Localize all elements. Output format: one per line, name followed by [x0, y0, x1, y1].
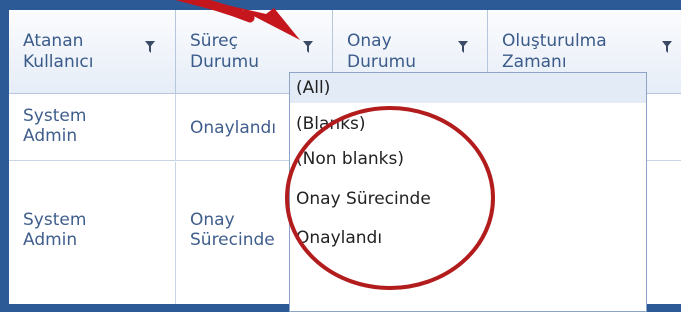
grid-top-border — [0, 0, 681, 10]
filter-option-blanks[interactable]: (Blanks) — [290, 109, 646, 139]
filter-option-all[interactable]: (All) — [290, 73, 646, 103]
column-header-label: Atanan Kullanıcı — [23, 31, 94, 72]
column-header-label: Onay Durumu — [347, 31, 416, 72]
filter-icon[interactable] — [661, 40, 673, 56]
column-header-label: Oluşturulma Zamanı — [502, 31, 607, 72]
filter-option-onaylandi[interactable]: Onaylandı — [290, 223, 646, 253]
filter-dropdown[interactable]: (All) (Blanks) (Non blanks) Onay Sürecin… — [289, 72, 647, 312]
filter-icon[interactable] — [457, 40, 469, 56]
column-header-label: Süreç Durumu — [190, 31, 259, 72]
filter-option-onay-surecinde[interactable]: Onay Sürecinde — [290, 184, 646, 214]
cell-assigned-user: System Admin — [9, 162, 176, 304]
grid-frame: Atanan Kullanıcı Süreç Durumu Onay Durum… — [0, 0, 681, 312]
filter-icon[interactable] — [302, 40, 314, 56]
cell-assigned-user: System Admin — [9, 94, 176, 160]
column-header-assigned-user[interactable]: Atanan Kullanıcı — [9, 10, 176, 93]
grid-left-border — [0, 0, 9, 312]
filter-icon[interactable] — [144, 40, 156, 56]
filter-option-non-blanks[interactable]: (Non blanks) — [290, 144, 646, 174]
